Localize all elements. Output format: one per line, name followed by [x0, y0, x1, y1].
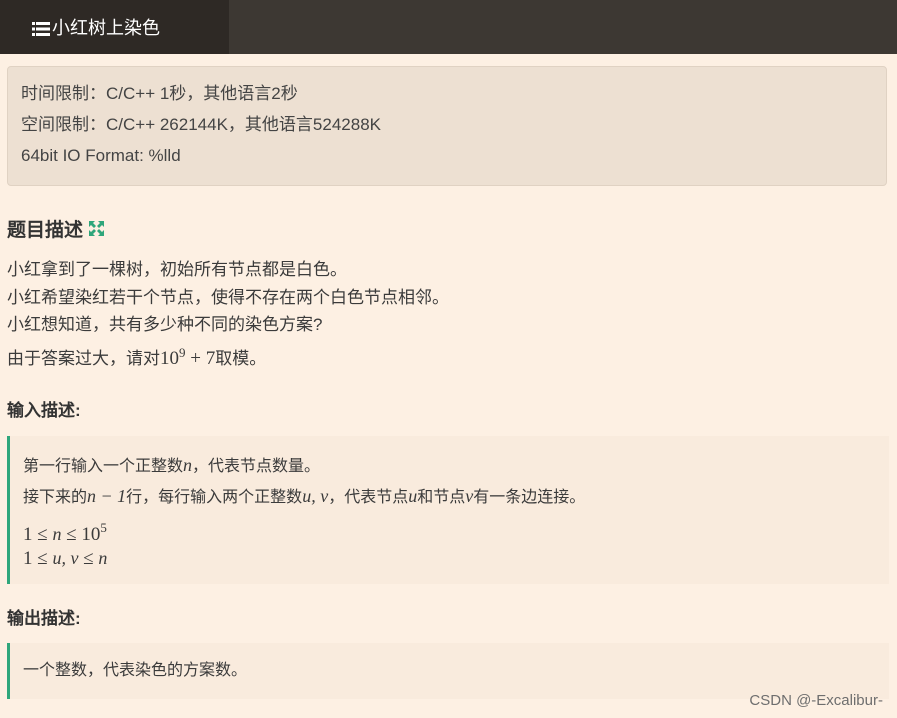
problem-title-text: 题目描述: [7, 220, 84, 241]
input-description: 第一行输入一个正整数n，代表节点数量。 接下来的n − 1行，每行输入两个正整数…: [7, 436, 889, 584]
input-text: ，代表节点数量。: [192, 456, 321, 475]
tab-problem[interactable]: 小红树上染色: [0, 0, 229, 54]
desc-text: 取模。: [215, 348, 267, 368]
input-text: 行，每行输入两个正整数: [126, 487, 303, 506]
problem-title: 题目描述: [7, 215, 105, 242]
top-bar: 小红树上染色: [0, 0, 897, 54]
output-title: 输出描述:: [7, 609, 81, 628]
input-text: 第一行输入一个正整数: [23, 456, 184, 475]
math-var: u: [408, 486, 418, 506]
output-text: 一个整数，代表染色的方案数。: [23, 660, 248, 679]
math-text: 1 ≤: [23, 548, 53, 569]
output-description: 一个整数，代表染色的方案数。: [7, 643, 889, 699]
constraint-uv: 1 ≤ u, v ≤ n: [23, 543, 889, 574]
input-text: 接下来的: [23, 487, 88, 506]
input-text: 有一条边连接。: [473, 487, 586, 506]
desc-line: 小红拿到了一棵树，初始所有节点都是白色。: [7, 260, 347, 279]
input-text: ，代表节点: [328, 487, 409, 506]
input-title: 输入描述:: [7, 401, 81, 420]
constraint-n: 1 ≤ n ≤ 105: [23, 512, 889, 545]
input-line: 第一行输入一个正整数n，代表节点数量。: [23, 450, 889, 481]
input-line: 接下来的n − 1行，每行输入两个正整数u, v，代表节点u和节点v有一条边连接…: [23, 481, 889, 512]
list-icon: [32, 20, 50, 36]
math-var: u, v: [302, 486, 329, 506]
modulus-formula: 109 + 7: [160, 345, 216, 369]
problem-description: 小红拿到了一棵树，初始所有节点都是白色。 小红希望染红若干个节点，使得不存在两个…: [7, 256, 449, 369]
math-var: u, v: [52, 548, 79, 568]
math-expr: n − 1: [87, 486, 127, 506]
desc-line: 由于答案过大，请对109 + 7取模。: [7, 339, 449, 369]
input-text: 和节点: [417, 487, 466, 506]
io-format: 64bit IO Format: %lld: [21, 146, 181, 165]
math-exponent: 5: [100, 520, 107, 535]
expand-icon[interactable]: [88, 220, 105, 237]
math-var: n: [183, 455, 193, 475]
math-text: 1 ≤: [23, 524, 53, 545]
math-rest: + 7: [185, 347, 216, 369]
tab-title: 小红树上染色: [52, 18, 160, 38]
desc-line: 小红希望染红若干个节点，使得不存在两个白色节点相邻。: [7, 287, 449, 307]
math-text: ≤: [78, 548, 99, 569]
time-limit: 时间限制：C/C++ 1秒，其他语言2秒: [21, 84, 298, 103]
desc-line: 小红想知道，共有多少种不同的染色方案?: [7, 315, 323, 334]
space-limit: 空间限制：C/C++ 262144K，其他语言524288K: [21, 115, 381, 134]
math-var: n: [98, 548, 108, 568]
math-text: ≤ 10: [61, 524, 101, 545]
limits-panel: 时间限制：C/C++ 1秒，其他语言2秒 空间限制：C/C++ 262144K，…: [7, 66, 887, 186]
watermark: CSDN @-Excalibur-: [749, 692, 883, 709]
desc-text: 由于答案过大，请对: [7, 348, 160, 368]
math-base: 10: [160, 347, 179, 369]
